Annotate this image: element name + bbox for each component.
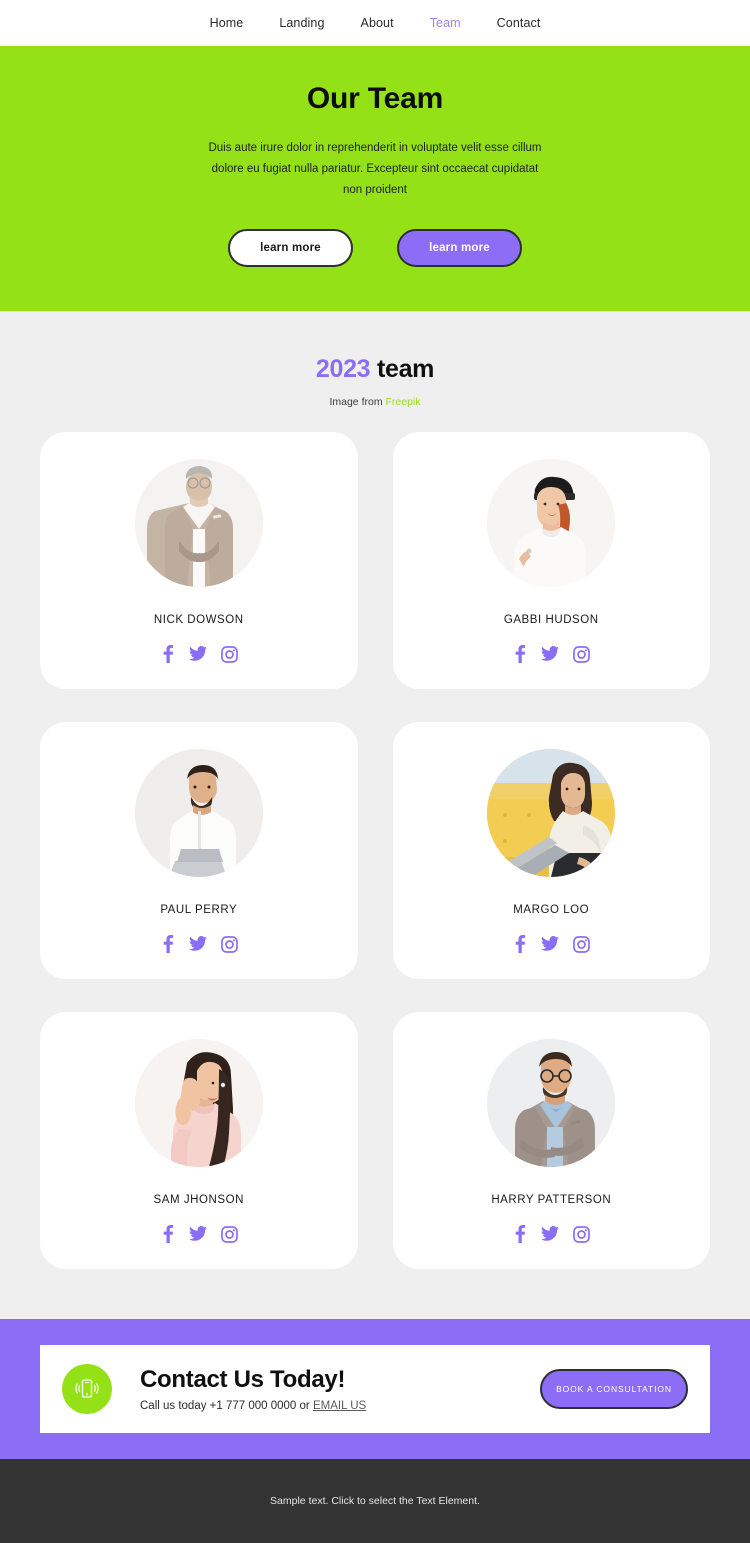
mobile-phone-icon [62, 1364, 112, 1414]
twitter-icon[interactable] [541, 646, 560, 662]
team-card[interactable]: MARGO LOO [392, 722, 710, 979]
nav-item-about[interactable]: About [343, 16, 412, 30]
avatar [487, 459, 616, 587]
social-links [512, 1225, 591, 1243]
facebook-icon[interactable] [512, 935, 527, 953]
social-links [512, 935, 591, 953]
avatar [134, 459, 263, 587]
hero-button-group: learn more learn more [0, 229, 750, 267]
instagram-icon[interactable] [573, 645, 591, 663]
woman-yellow-sofa-laptop-photo [487, 749, 616, 877]
member-name: NICK DOWSON [153, 614, 244, 626]
facebook-icon[interactable] [512, 1225, 527, 1243]
footer-sample-text[interactable]: Sample text. Click to select the Text El… [270, 1495, 480, 1507]
woman-black-beanie-red-braid-photo [487, 459, 616, 587]
contact-cta-subtitle: Call us today +1 777 000 0000 or EMAIL U… [140, 1400, 540, 1412]
mature-man-beige-suit-photo [134, 459, 263, 587]
member-name: GABBI HUDSON [503, 614, 599, 626]
credit-prefix: Image from [329, 396, 386, 408]
facebook-icon[interactable] [160, 1225, 175, 1243]
team-card-grid: NICK DOWSON GABBI HUDSON PAUL PERRY MARG… [40, 432, 710, 1269]
member-name: MARGO LOO [513, 904, 590, 916]
learn-more-button-purple[interactable]: learn more [397, 229, 522, 267]
facebook-icon[interactable] [512, 645, 527, 663]
team-card[interactable]: GABBI HUDSON [392, 432, 710, 689]
social-links [160, 645, 238, 663]
twitter-icon[interactable] [188, 1226, 207, 1242]
man-glasses-grey-blazer-photo [487, 1039, 616, 1167]
twitter-icon[interactable] [541, 1226, 560, 1242]
footer: Sample text. Click to select the Text El… [0, 1459, 750, 1543]
instagram-icon[interactable] [573, 935, 591, 953]
member-name: HARRY PATTERSON [491, 1194, 612, 1206]
member-name: PAUL PERRY [160, 904, 238, 916]
image-credit: Image from Freepik [0, 396, 750, 408]
nav-item-landing[interactable]: Landing [261, 16, 342, 30]
team-card[interactable]: PAUL PERRY [40, 722, 358, 979]
page-title: Our Team [306, 82, 444, 115]
contact-cta-text: Contact Us Today! Call us today +1 777 0… [140, 1366, 540, 1412]
contact-cta-panel: Contact Us Today! Call us today +1 777 0… [40, 1345, 710, 1433]
learn-more-button-white[interactable]: learn more [228, 229, 353, 267]
team-card[interactable]: HARRY PATTERSON [392, 1012, 710, 1269]
twitter-icon[interactable] [188, 936, 207, 952]
avatar [134, 749, 263, 877]
team-section-title: 2023 team [0, 355, 750, 384]
hero-section: Our Team Duis aute irure dolor in repreh… [0, 46, 750, 311]
email-us-link[interactable]: EMAIL US [313, 1400, 366, 1412]
main-navigation: Home Landing About Team Contact [0, 0, 750, 46]
avatar [487, 749, 616, 877]
member-name: SAM JHONSON [153, 1194, 244, 1206]
contact-phone-text: Call us today +1 777 000 0000 or [140, 1400, 313, 1412]
avatar [134, 1039, 263, 1167]
contact-cta-title: Contact Us Today! [140, 1366, 346, 1393]
woman-pink-hoodie-laughing-photo [134, 1039, 263, 1167]
nav-item-contact[interactable]: Contact [479, 16, 559, 30]
book-consultation-button[interactable]: BOOK A CONSULTATION [540, 1369, 688, 1409]
social-links [160, 935, 238, 953]
team-title-word: team [370, 355, 435, 383]
team-section: 2023 team Image from Freepik NICK DOWSON… [0, 311, 750, 1319]
facebook-icon[interactable] [160, 935, 175, 953]
nav-item-home[interactable]: Home [192, 16, 262, 30]
nav-item-team[interactable]: Team [412, 16, 479, 30]
man-white-shirt-laptop-photo [134, 749, 263, 877]
twitter-icon[interactable] [541, 936, 560, 952]
avatar [487, 1039, 616, 1167]
hero-subtitle: Duis aute irure dolor in reprehenderit i… [208, 142, 542, 196]
instagram-icon[interactable] [220, 935, 238, 953]
social-links [512, 645, 591, 663]
instagram-icon[interactable] [220, 645, 238, 663]
social-links [160, 1225, 238, 1243]
team-title-year: 2023 [315, 355, 371, 383]
instagram-icon[interactable] [573, 1225, 591, 1243]
twitter-icon[interactable] [188, 646, 207, 662]
team-card[interactable]: SAM JHONSON [40, 1012, 358, 1269]
team-card[interactable]: NICK DOWSON [40, 432, 358, 689]
contact-cta-section: Contact Us Today! Call us today +1 777 0… [0, 1319, 750, 1459]
instagram-icon[interactable] [220, 1225, 238, 1243]
freepik-link[interactable]: Freepik [386, 396, 421, 408]
facebook-icon[interactable] [160, 645, 175, 663]
